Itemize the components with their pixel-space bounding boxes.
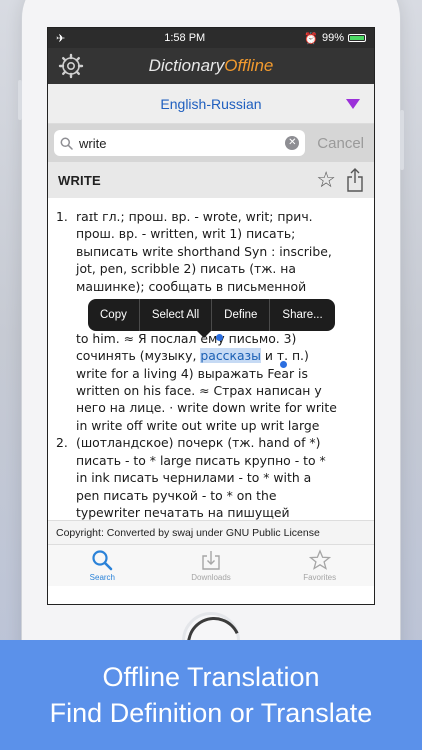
definition-line: pen писать ручкой - to * on the <box>76 487 277 503</box>
context-menu-copy[interactable]: Copy <box>88 299 140 331</box>
tab-downloads[interactable]: Downloads <box>157 545 266 586</box>
selection-end-handle[interactable] <box>280 361 287 368</box>
definition-line: typewriter печатать на пишущей <box>76 504 290 520</box>
definition-line: jot, pen, scribble 2) писать (тж. на <box>76 261 296 277</box>
definition-line: (шотландское) почерк (тж. hand of *) <box>76 435 321 451</box>
phone-mockup: ✈ 1:58 PM ⏰ 99% DictionaryOffline Englis… <box>0 0 422 690</box>
battery-icon <box>347 34 366 42</box>
search-icon <box>92 550 113 571</box>
selection-start-handle[interactable] <box>216 334 223 341</box>
context-menu-define[interactable]: Define <box>212 299 271 331</box>
definition-item: 2. (шотландское) почерк (тж. hand of *) пи… <box>56 434 366 520</box>
battery-percent: 99% <box>321 32 344 44</box>
tab-favorites-label: Favorites <box>303 573 337 582</box>
selected-text: рассказы <box>200 348 261 364</box>
tab-favorites[interactable]: Favorites <box>265 545 374 586</box>
definition-line: write for a living 4) выражать Fear is <box>76 365 308 381</box>
definition-number: 2. <box>56 435 68 451</box>
search-bar: ✕ Cancel <box>48 124 374 162</box>
search-field: ✕ <box>54 130 306 156</box>
search-icon <box>60 137 73 150</box>
tab-search[interactable]: Search <box>48 545 157 586</box>
search-input[interactable] <box>79 135 280 151</box>
share-icon[interactable] <box>346 168 364 192</box>
definition-content[interactable]: 1. raɪt гл.; прош. вр. - wrote, writ; при… <box>48 198 374 520</box>
promo-banner: Offline Translation Find Definition or T… <box>0 640 422 750</box>
definition-line: in write off write out write up writ lar… <box>76 417 320 433</box>
status-right: ⏰ 99% <box>304 32 366 45</box>
definition-line: писать - to * large писать крупно - to * <box>76 452 326 468</box>
context-menu-select-all[interactable]: Select All <box>140 299 213 331</box>
definition-list: 1. raɪt гл.; прош. вр. - wrote, writ; при… <box>56 208 366 520</box>
context-menu-share[interactable]: Share... <box>270 299 334 331</box>
definition-text: (шотландское) почерк (тж. hand of *) писа… <box>76 434 326 520</box>
context-menu-pointer <box>197 331 211 338</box>
copyright-notice: Copyright: Converted by swaj under GNU P… <box>48 520 374 544</box>
definition-line: written on his face. ≈ Страх написан у <box>76 383 322 399</box>
definition-number: 1. <box>56 209 68 224</box>
alarm-icon: ⏰ <box>304 32 318 45</box>
language-label: English-Russian <box>160 95 262 112</box>
definition-line: сочинять (музыку, рассказы и т. п.) <box>76 347 337 364</box>
status-bar: ✈ 1:58 PM ⏰ 99% <box>48 28 374 48</box>
tab-downloads-label: Downloads <box>191 573 231 582</box>
definition-line: прош. вр. - written, writ 1) писать; <box>76 226 296 242</box>
cancel-button[interactable]: Cancel <box>313 135 368 152</box>
gear-icon[interactable] <box>58 53 84 79</box>
definition-line: него на лице. · write down write for wri… <box>76 400 337 416</box>
app-title-main: Dictionary <box>148 56 225 75</box>
definition-fragment: сочинять (музыку, <box>76 348 201 364</box>
entry-word: WRITE <box>58 172 101 188</box>
definition-line: машинке); сообщать в письменной <box>76 278 307 294</box>
star-icon <box>308 549 331 570</box>
phone-side-button <box>18 80 22 120</box>
app-screen: ✈ 1:58 PM ⏰ 99% DictionaryOffline Englis… <box>47 27 375 605</box>
status-time: 1:58 PM <box>164 32 206 44</box>
tab-search-label: Search <box>89 573 116 582</box>
promo-line-2: Find Definition or Translate <box>49 698 373 728</box>
phone-power-button <box>400 110 404 170</box>
dropdown-triangle-icon <box>346 99 360 109</box>
language-selector[interactable]: English-Russian <box>48 84 374 124</box>
definition-line: in ink писать чернилами - to * with a <box>76 470 312 486</box>
airplane-icon: ✈ <box>56 32 66 45</box>
context-menu: Copy Select All Define Share... <box>88 299 335 331</box>
star-icon[interactable]: ☆ <box>316 169 336 191</box>
definition-line: выписать write shorthand Syn : inscribe, <box>76 243 332 259</box>
nav-bar: DictionaryOffline <box>48 48 374 84</box>
tab-bar: Search Downloads Favorites <box>48 544 374 586</box>
promo-line-1: Offline Translation <box>102 662 320 692</box>
app-title-accent: Offline <box>224 56 274 75</box>
download-icon <box>202 551 220 570</box>
clear-icon[interactable]: ✕ <box>285 136 300 150</box>
app-title: DictionaryOffline <box>48 56 374 76</box>
entry-header: WRITE ☆ <box>48 162 374 198</box>
definition-line: raɪt гл.; прош. вр. - wrote, writ; прич. <box>76 209 313 224</box>
